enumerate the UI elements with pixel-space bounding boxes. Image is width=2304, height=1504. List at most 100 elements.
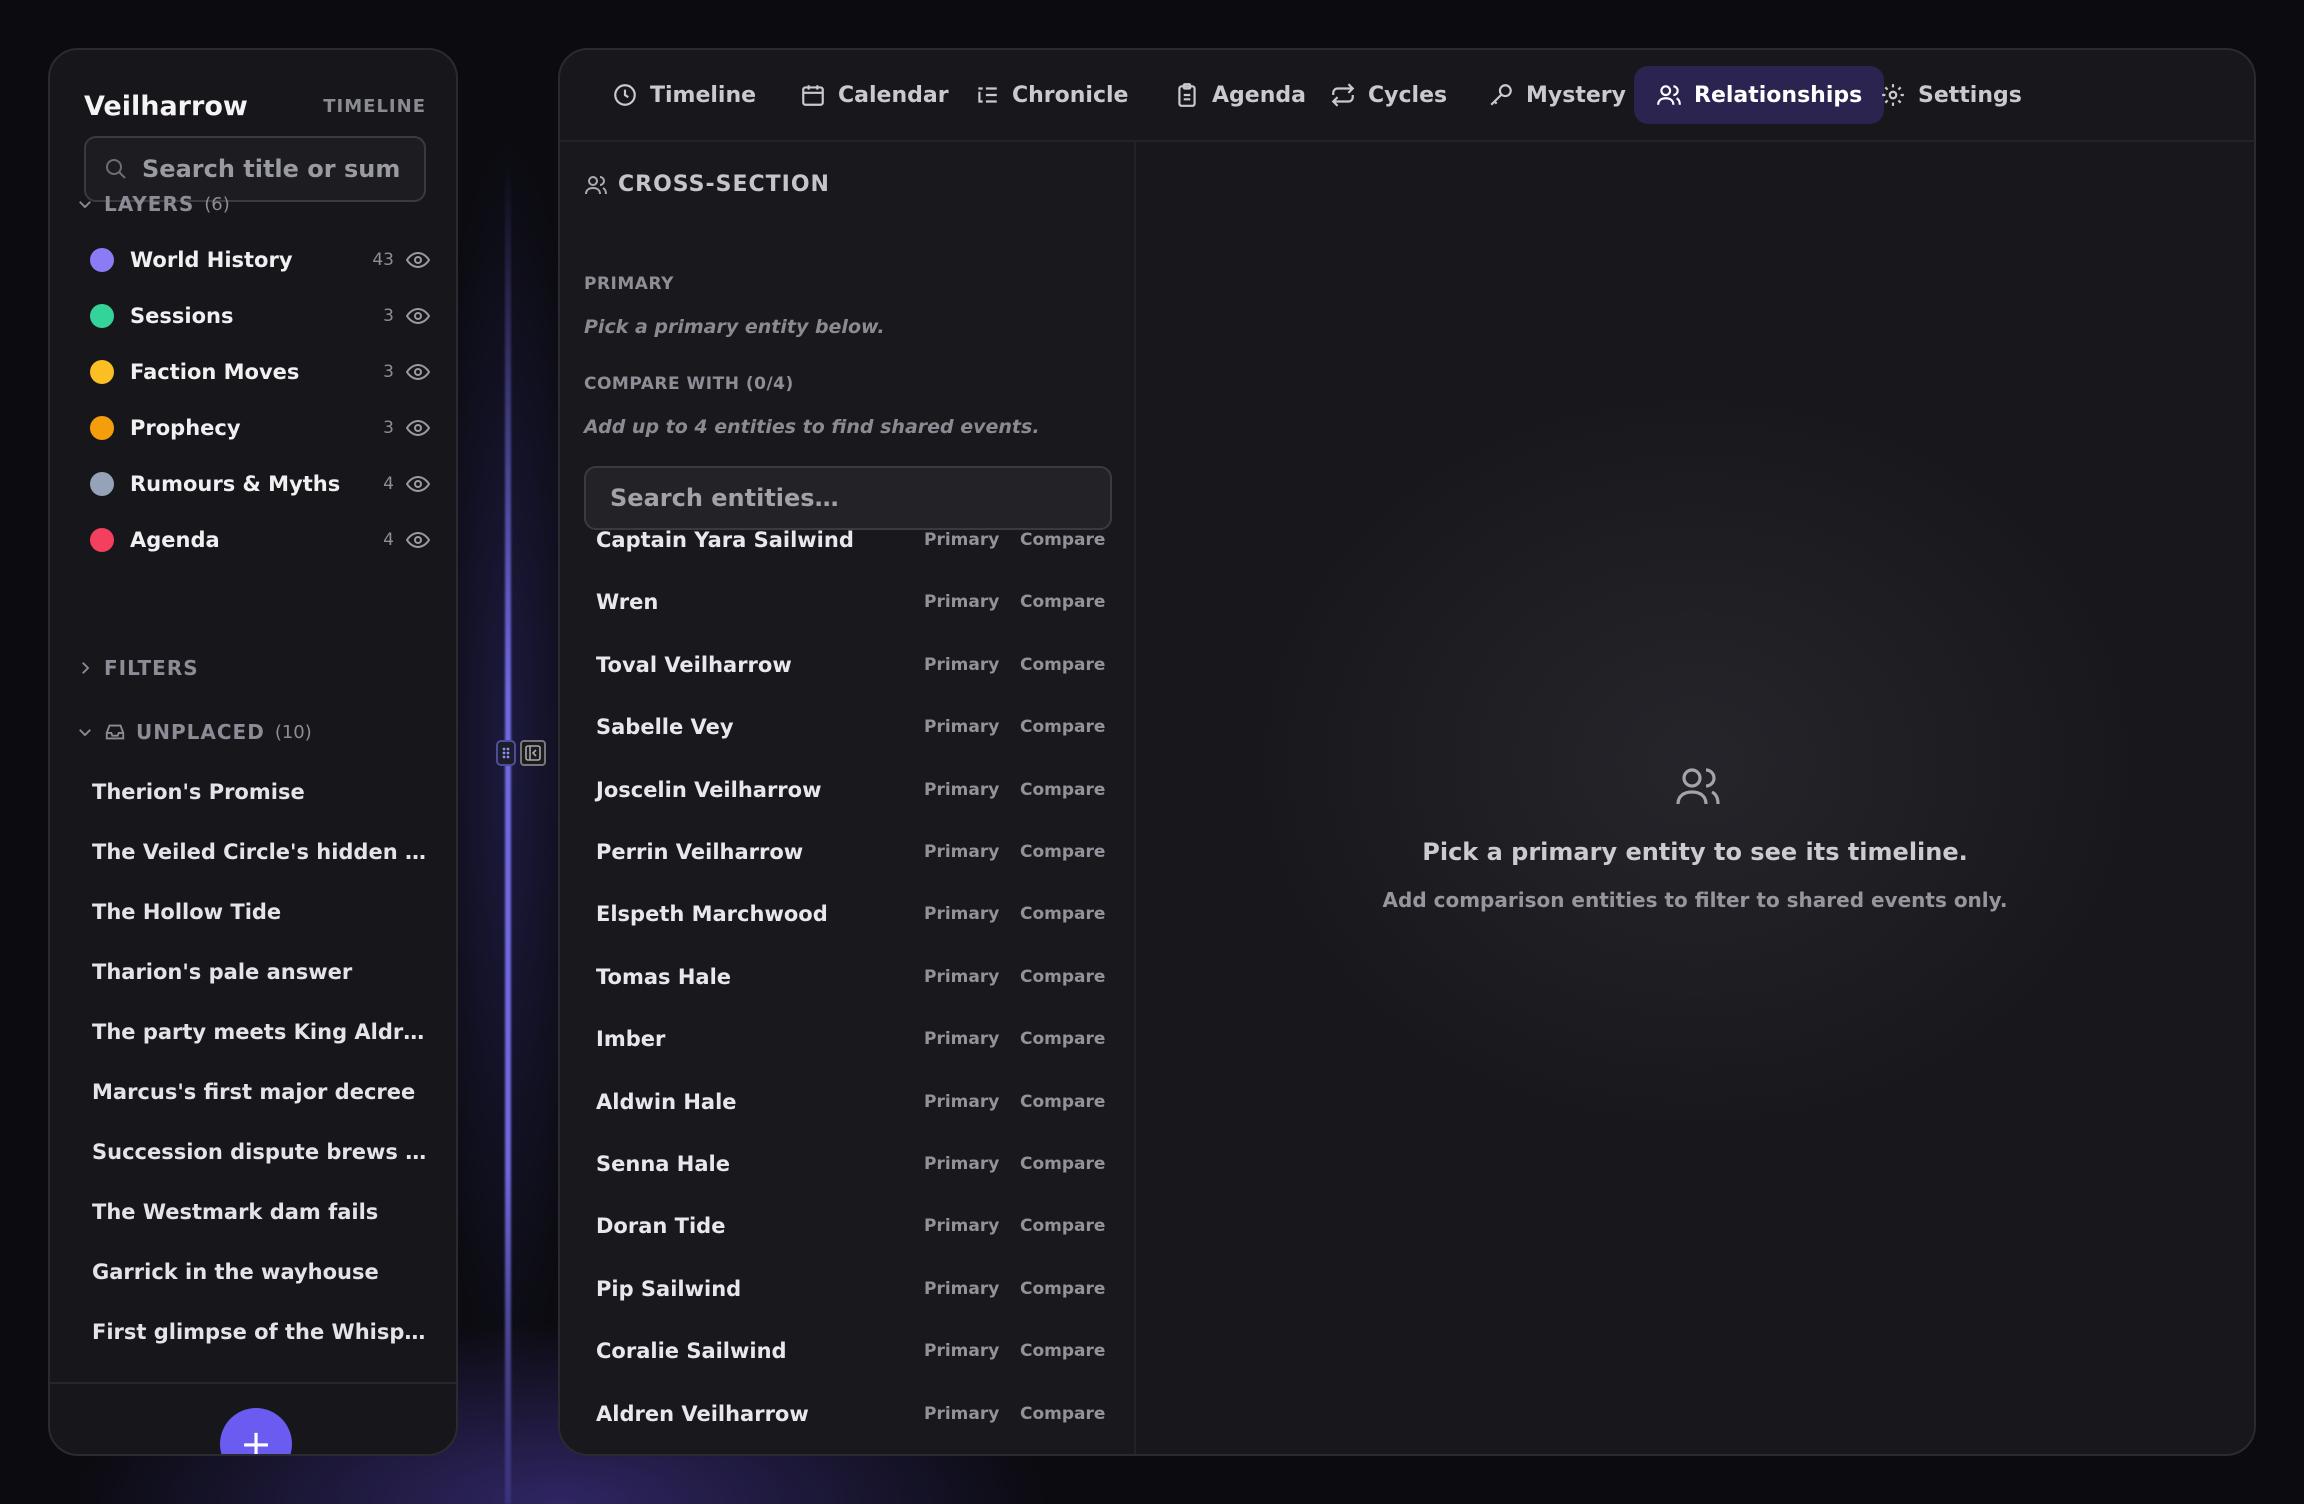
- entity-row: Aldren Veilharrow Primary Compare: [584, 1392, 1112, 1436]
- unplaced-event-item[interactable]: First glimpse of the Whispered…: [92, 1320, 432, 1344]
- eye-icon[interactable]: [406, 416, 430, 440]
- eye-icon[interactable]: [406, 472, 430, 496]
- layer-count: 43: [372, 250, 394, 270]
- set-primary-button[interactable]: Primary: [924, 1341, 999, 1361]
- set-primary-button[interactable]: Primary: [924, 655, 999, 675]
- eye-icon[interactable]: [406, 528, 430, 552]
- tab-relationships[interactable]: Relationships: [1634, 66, 1885, 124]
- add-event-button[interactable]: +: [220, 1408, 292, 1456]
- set-primary-button[interactable]: Primary: [924, 1154, 999, 1174]
- tab-label: Calendar: [838, 82, 949, 108]
- layer-item[interactable]: Prophecy 3: [90, 408, 430, 448]
- eye-icon[interactable]: [406, 360, 430, 384]
- unplaced-event-item[interactable]: The Hollow Tide: [92, 900, 432, 924]
- tab-timeline[interactable]: Timeline: [590, 66, 778, 124]
- gear-icon: [1880, 82, 1906, 108]
- layers-section-toggle[interactable]: LAYERS (6): [76, 192, 230, 216]
- tab-mystery[interactable]: Mystery: [1466, 66, 1648, 124]
- entity-name: Senna Hale: [596, 1152, 730, 1176]
- add-compare-button[interactable]: Compare: [1020, 842, 1105, 862]
- sidebar: Veilharrow TIMELINE LAYERS (6) World His…: [48, 48, 458, 1456]
- entity-row: Pip Sailwind Primary Compare: [584, 1267, 1112, 1311]
- add-compare-button[interactable]: Compare: [1020, 1279, 1105, 1299]
- drag-grip-icon[interactable]: [496, 740, 516, 766]
- tab-settings[interactable]: Settings: [1858, 66, 2044, 124]
- sidebar-resize-handle[interactable]: [496, 740, 546, 766]
- entity-row: Doran Tide Primary Compare: [584, 1204, 1112, 1248]
- layer-count: 3: [383, 418, 394, 438]
- clock-icon: [612, 82, 638, 108]
- entity-row: Coralie Sailwind Primary Compare: [584, 1329, 1112, 1373]
- collapse-sidebar-icon[interactable]: [520, 740, 546, 766]
- entity-row: Captain Yara Sailwind Primary Compare: [584, 518, 1112, 562]
- entity-name: Joscelin Veilharrow: [596, 777, 822, 802]
- set-primary-button[interactable]: Primary: [924, 1279, 999, 1299]
- add-compare-button[interactable]: Compare: [1020, 1216, 1105, 1236]
- unplaced-event-item[interactable]: Marcus's first major decree: [92, 1080, 432, 1104]
- tab-chronicle[interactable]: Chronicle: [952, 66, 1150, 124]
- search-input[interactable]: [142, 155, 402, 183]
- clipboard-icon: [1174, 82, 1200, 108]
- entity-name: Pip Sailwind: [596, 1276, 742, 1301]
- eye-icon[interactable]: [406, 304, 430, 328]
- unplaced-event-item[interactable]: The Westmark dam fails: [92, 1200, 432, 1224]
- set-primary-button[interactable]: Primary: [924, 842, 999, 862]
- layer-item[interactable]: Faction Moves 3: [90, 352, 430, 392]
- entity-name: Tomas Hale: [596, 964, 732, 989]
- tab-label: Relationships: [1694, 82, 1863, 108]
- add-compare-button[interactable]: Compare: [1020, 1029, 1105, 1049]
- layer-item[interactable]: Agenda 4: [90, 520, 430, 560]
- set-primary-button[interactable]: Primary: [924, 780, 999, 800]
- unplaced-event-item[interactable]: The party meets King Aldren: [92, 1020, 432, 1044]
- add-compare-button[interactable]: Compare: [1020, 1341, 1105, 1361]
- entity-row: Aldwin Hale Primary Compare: [584, 1080, 1112, 1124]
- layer-item[interactable]: Sessions 3: [90, 296, 430, 336]
- users-icon: [1656, 82, 1682, 108]
- filters-section-toggle[interactable]: FILTERS: [76, 656, 199, 680]
- add-compare-button[interactable]: Compare: [1020, 530, 1105, 550]
- layer-item[interactable]: World History 43: [90, 240, 430, 280]
- layer-name: Faction Moves: [130, 360, 300, 384]
- tab-agenda[interactable]: Agenda: [1152, 66, 1328, 124]
- set-primary-button[interactable]: Primary: [924, 592, 999, 612]
- filters-label: FILTERS: [104, 656, 199, 680]
- eye-icon[interactable]: [406, 248, 430, 272]
- empty-state-title: Pick a primary entity to see its timelin…: [1422, 838, 1968, 866]
- unplaced-event-item[interactable]: Therion's Promise: [92, 780, 432, 804]
- add-compare-button[interactable]: Compare: [1020, 655, 1105, 675]
- add-compare-button[interactable]: Compare: [1020, 1092, 1105, 1112]
- unplaced-event-item[interactable]: Succession dispute brews in th…: [92, 1140, 432, 1164]
- unplaced-label: UNPLACED: [136, 720, 265, 744]
- add-compare-button[interactable]: Compare: [1020, 717, 1105, 737]
- add-compare-button[interactable]: Compare: [1020, 1154, 1105, 1174]
- entity-name: Aldren Veilharrow: [596, 1401, 809, 1426]
- add-compare-button[interactable]: Compare: [1020, 967, 1105, 987]
- set-primary-button[interactable]: Primary: [924, 967, 999, 987]
- add-compare-button[interactable]: Compare: [1020, 904, 1105, 924]
- set-primary-button[interactable]: Primary: [924, 1404, 999, 1424]
- set-primary-button[interactable]: Primary: [924, 530, 999, 550]
- unplaced-event-item[interactable]: Tharion's pale answer: [92, 960, 432, 984]
- unplaced-event-item[interactable]: Garrick in the wayhouse: [92, 1260, 432, 1284]
- entity-row: Senna Hale Primary Compare: [584, 1142, 1112, 1186]
- tab-cycles[interactable]: Cycles: [1308, 66, 1469, 124]
- set-primary-button[interactable]: Primary: [924, 717, 999, 737]
- primary-label: PRIMARY: [584, 274, 674, 294]
- entity-name: Aldwin Hale: [596, 1089, 737, 1114]
- layer-color-dot: [90, 416, 114, 440]
- set-primary-button[interactable]: Primary: [924, 1092, 999, 1112]
- set-primary-button[interactable]: Primary: [924, 1216, 999, 1236]
- compare-label: COMPARE WITH (0/4): [584, 374, 794, 394]
- set-primary-button[interactable]: Primary: [924, 1029, 999, 1049]
- add-compare-button[interactable]: Compare: [1020, 1404, 1105, 1424]
- entity-search-input[interactable]: [610, 484, 1090, 512]
- plus-icon: +: [240, 1422, 272, 1456]
- layer-item[interactable]: Rumours & Myths 4: [90, 464, 430, 504]
- tab-calendar[interactable]: Calendar: [778, 66, 971, 124]
- set-primary-button[interactable]: Primary: [924, 904, 999, 924]
- unplaced-section-toggle[interactable]: UNPLACED (10): [76, 720, 312, 744]
- add-compare-button[interactable]: Compare: [1020, 780, 1105, 800]
- entity-row: Toval Veilharrow Primary Compare: [584, 643, 1112, 687]
- unplaced-event-item[interactable]: The Veiled Circle's hidden arch…: [92, 840, 432, 864]
- add-compare-button[interactable]: Compare: [1020, 592, 1105, 612]
